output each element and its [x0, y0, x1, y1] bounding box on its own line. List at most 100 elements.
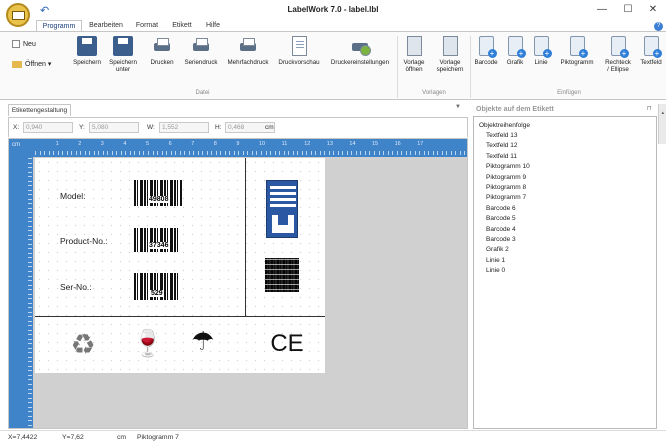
ruler-tick: [28, 194, 32, 196]
ruler-tick: [28, 180, 32, 182]
group-label-einfuegen: Einfügen: [557, 90, 581, 96]
ruler-tick: [351, 151, 353, 155]
barcode-2[interactable]: 37346: [134, 228, 180, 252]
ce-mark-icon[interactable]: CE: [267, 330, 307, 358]
multi-print-button[interactable]: Mehrfachdruck: [223, 36, 273, 66]
printer-icon: [152, 36, 172, 56]
text-model[interactable]: Model:: [60, 191, 86, 201]
ruler-tick: [28, 374, 32, 376]
object-list-item[interactable]: Barcode 3: [486, 236, 516, 243]
x-input[interactable]: 0,940: [23, 122, 73, 133]
printer-settings-button[interactable]: Druckereinstellungen: [325, 36, 395, 66]
y-input[interactable]: 5,080: [89, 122, 139, 133]
text-ser-no[interactable]: Ser-No.:: [60, 282, 92, 292]
ruler-tick: [193, 151, 195, 155]
text-product-no[interactable]: Product-No.:: [60, 236, 108, 246]
label-canvas[interactable]: cm Model: Product-No.: Ser-No.: 49808 37…: [8, 138, 468, 429]
insert-barcode-button[interactable]: Barcode: [472, 36, 500, 66]
serial-print-button[interactable]: Seriendruck: [180, 36, 222, 66]
insert-rectangle-button[interactable]: Rechteck / Ellipse: [600, 36, 636, 73]
status-y: Y=7,62: [62, 434, 84, 441]
company-logo-graphic[interactable]: [266, 180, 298, 238]
object-list-item[interactable]: Piktogramm 8: [486, 184, 526, 191]
ruler-tick: [28, 248, 32, 250]
group-label-datei: Datei: [195, 90, 210, 96]
object-list-item[interactable]: Textfeld 13: [486, 132, 517, 139]
ruler-number: 17: [417, 141, 424, 147]
label-surface[interactable]: Model: Product-No.: Ser-No.: 49808 37346…: [35, 158, 325, 373]
template-save-button[interactable]: Vorlage speichern: [432, 36, 468, 73]
new-button[interactable]: Neu: [12, 40, 36, 48]
app-menu-icon[interactable]: [6, 3, 30, 27]
panel-dropdown-icon[interactable]: ▼: [455, 104, 461, 110]
ruler-tick: [84, 151, 86, 155]
help-icon[interactable]: ?: [654, 22, 663, 31]
maximize-button[interactable]: ☐: [615, 2, 641, 17]
barcode-3[interactable]: 529: [134, 273, 180, 300]
insert-line-button[interactable]: Linie: [530, 36, 552, 66]
insert-textfield-button[interactable]: Textfeld: [637, 36, 665, 66]
ruler-tick: [342, 151, 344, 155]
line-icon: [533, 36, 552, 58]
ruler-tick: [28, 316, 32, 318]
object-list-item[interactable]: Linie 1: [486, 257, 505, 264]
objects-panel-title: Objekte auf dem Etikett: [476, 106, 554, 113]
object-list-item[interactable]: Barcode 4: [486, 226, 516, 233]
ruler-tick: [28, 298, 32, 300]
ruler-tick: [28, 311, 32, 313]
print-preview-button[interactable]: Druckvorschau: [274, 36, 324, 66]
ruler-tick: [374, 151, 375, 155]
object-list-item[interactable]: Piktogramm 10: [486, 163, 530, 170]
ruler-tick: [459, 151, 461, 155]
template-open-label-2: öffnen: [405, 66, 423, 73]
object-list-item[interactable]: Piktogramm 7: [486, 194, 526, 201]
ruler-tick: [66, 151, 68, 155]
template-open-button[interactable]: Vorlage öffnen: [399, 36, 429, 73]
ruler-tick: [224, 151, 226, 155]
status-x: X=7,4422: [8, 434, 38, 441]
open-button[interactable]: Öffnen ▾: [12, 60, 51, 68]
ruler-tick: [215, 151, 217, 155]
recycle-icon[interactable]: ♻: [65, 328, 101, 361]
object-list-item[interactable]: Barcode 6: [486, 205, 516, 212]
object-list-item[interactable]: Textfeld 12: [486, 142, 517, 149]
ruler-tick: [202, 151, 204, 155]
close-button[interactable]: ✕: [640, 2, 666, 17]
status-unit: cm: [117, 434, 127, 441]
tab-label-design[interactable]: Etikettengestaltung: [8, 104, 71, 116]
w-input[interactable]: 1,552: [159, 122, 209, 133]
ruler-tick: [120, 151, 122, 155]
ruler-tick: [455, 151, 457, 155]
object-list-item[interactable]: Linie 0: [486, 267, 505, 274]
status-selection: Piktogramm 7: [137, 434, 179, 441]
save-button[interactable]: Speichern: [70, 36, 104, 66]
ruler-tick: [28, 307, 32, 309]
keep-dry-umbrella-icon[interactable]: ☂: [185, 326, 221, 357]
object-list-item[interactable]: Textfeld 11: [486, 153, 517, 160]
objects-panel: Objektreihenfolge Textfeld 13 Textfeld 12…: [473, 116, 657, 429]
ruler-tick: [28, 365, 32, 367]
barcode-1[interactable]: 49808: [134, 180, 182, 206]
insert-pictogram-button[interactable]: Piktogramm: [556, 36, 598, 66]
divider-line-horizontal[interactable]: [35, 316, 325, 317]
minimize-button[interactable]: —: [589, 2, 615, 17]
save-as-button[interactable]: Speichern unter: [105, 36, 141, 73]
object-list-item[interactable]: Grafik 2: [486, 246, 509, 253]
print-button[interactable]: Drucken: [146, 36, 178, 66]
multi-print-label: Mehrfachdruck: [227, 59, 269, 66]
ruler-tick: [242, 151, 244, 155]
ruler-number: 13: [326, 141, 333, 147]
insert-graphic-button[interactable]: Grafik: [503, 36, 527, 66]
side-panel-strip[interactable]: ◂: [658, 104, 666, 144]
object-list-item[interactable]: Piktogramm 9: [486, 174, 526, 181]
pin-icon[interactable]: ⊓: [647, 105, 652, 112]
folder-icon: [12, 60, 22, 68]
divider-line-vertical[interactable]: [245, 158, 246, 316]
ruler-tick: [28, 171, 32, 173]
fragile-glass-icon[interactable]: 🍷: [130, 328, 166, 359]
ruler-tick: [28, 293, 32, 295]
object-order-heading: Objektreihenfolge: [479, 122, 530, 129]
object-list-item[interactable]: Barcode 5: [486, 215, 516, 222]
ruler-tick: [116, 151, 118, 155]
ruler-tick: [364, 151, 366, 155]
